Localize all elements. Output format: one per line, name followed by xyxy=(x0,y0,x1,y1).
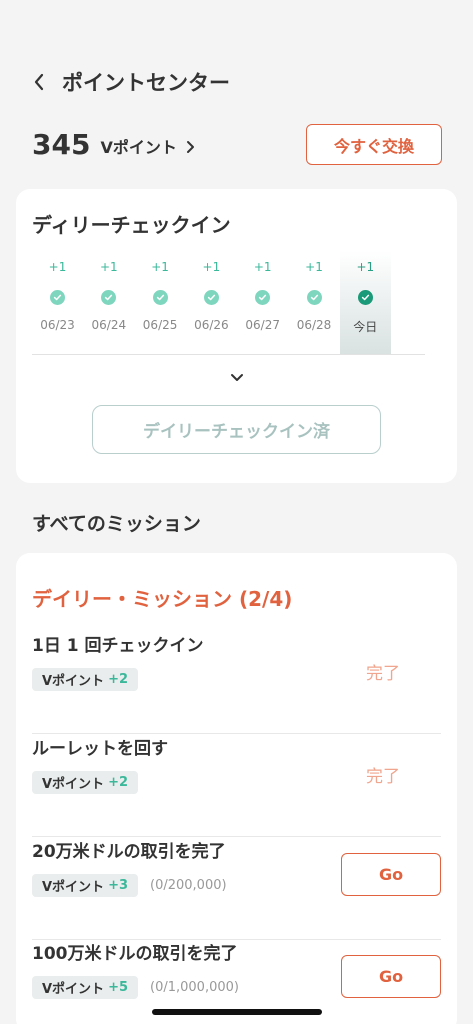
chevron-left-icon[interactable] xyxy=(28,71,50,93)
reward-label: Vポイント xyxy=(42,777,105,792)
mission-progress: (0/1,000,000) xyxy=(150,980,239,995)
day-bonus: +1 xyxy=(48,260,67,274)
day-label: 06/25 xyxy=(142,318,178,332)
mission-item: ルーレットを回す Vポイント +2 完了 xyxy=(32,734,441,837)
checkin-day: +1 06/25 xyxy=(135,251,186,355)
check-circle-icon xyxy=(306,290,322,305)
reward-label: Vポイント xyxy=(42,982,105,997)
day-bonus: +1 xyxy=(253,260,272,274)
mission-progress: (0/200,000) xyxy=(150,878,227,893)
points-summary: 345 Vポイント 今すぐ交換 xyxy=(32,122,442,166)
checkin-day: +1 06/24 xyxy=(83,251,134,355)
mission-title: 20万米ドルの取引を完了 xyxy=(32,842,226,862)
day-label: 06/26 xyxy=(194,318,229,332)
daily-checkin-card: ディリーチェックイン +1 06/23 +1 06/24 +1 06/25 +1 06/26 +… xyxy=(16,189,457,483)
day-bonus: +1 xyxy=(99,260,118,274)
check-circle-icon xyxy=(203,290,219,305)
checkin-days: +1 06/23 +1 06/24 +1 06/25 +1 06/26 +1 06/27 +1 06/… xyxy=(32,251,425,355)
day-bonus: +1 xyxy=(356,260,375,274)
checkin-title: ディリーチェックイン xyxy=(32,213,231,237)
status-completed: 完了 xyxy=(366,767,400,787)
divider xyxy=(32,354,425,355)
reward-amount: +2 xyxy=(108,672,129,687)
reward-label: Vポイント xyxy=(42,880,105,895)
go-button[interactable]: Go xyxy=(341,853,441,896)
reward-badge: Vポイント +2 xyxy=(32,668,139,691)
check-circle-icon xyxy=(50,290,65,305)
go-button[interactable]: Go xyxy=(341,955,441,998)
reward-badge: Vポイント +5 xyxy=(32,976,139,999)
reward-row: Vポイント +5 (0/1,000,000) xyxy=(32,976,239,999)
day-label: 06/23 xyxy=(40,318,75,332)
exchange-now-button[interactable]: 今すぐ交換 xyxy=(306,124,442,165)
all-missions-title: すべてのミッション xyxy=(32,513,201,535)
mission-title: ルーレットを回す xyxy=(32,739,168,759)
check-circle-icon xyxy=(255,290,271,305)
chevron-down-icon[interactable] xyxy=(229,371,245,385)
points-value: 345 xyxy=(32,127,91,161)
day-label: 今日 xyxy=(353,320,378,334)
reward-row: Vポイント +3 (0/200,000) xyxy=(32,874,227,897)
reward-badge: Vポイント +2 xyxy=(32,771,139,794)
check-circle-icon xyxy=(357,290,373,305)
status-completed: 完了 xyxy=(366,664,400,684)
page-title: ポイントセンター xyxy=(62,71,230,95)
header: ポイントセンター xyxy=(0,58,473,106)
points-unit[interactable]: Vポイント xyxy=(100,134,176,158)
reward-row: Vポイント +2 xyxy=(32,668,139,691)
reward-amount: +2 xyxy=(108,775,129,790)
mission-title: 100万米ドルの取引を完了 xyxy=(32,944,238,964)
chevron-right-icon[interactable] xyxy=(185,140,195,154)
day-label: 06/24 xyxy=(91,318,127,332)
mission-item: 1日 1 回チェックイン Vポイント +2 完了 xyxy=(32,631,441,734)
checkin-day: +1 06/26 xyxy=(186,251,237,355)
day-bonus: +1 xyxy=(202,260,221,274)
checkin-day: +1 06/23 xyxy=(32,251,83,355)
day-label: 06/27 xyxy=(245,318,280,332)
checkin-day: +1 06/27 xyxy=(237,251,288,355)
reward-amount: +3 xyxy=(108,878,129,893)
reward-badge: Vポイント +3 xyxy=(32,874,139,897)
mission-title: 1日 1 回チェックイン xyxy=(32,636,204,656)
checkin-day-today: +1 今日 xyxy=(339,251,391,355)
reward-amount: +5 xyxy=(108,980,129,995)
day-label: 06/28 xyxy=(296,318,332,332)
home-indicator xyxy=(152,1009,322,1015)
day-bonus: +1 xyxy=(151,260,169,274)
daily-mission-title: デイリー・ミッション (2/4) xyxy=(32,587,293,611)
checkin-day: +1 06/28 xyxy=(289,251,340,355)
reward-row: Vポイント +2 xyxy=(32,771,139,794)
check-circle-icon xyxy=(152,290,168,305)
reward-label: Vポイント xyxy=(42,674,105,689)
mission-card: デイリー・ミッション (2/4) 1日 1 回チェックイン Vポイント +2 完了… xyxy=(16,553,457,1024)
mission-item: 20万米ドルの取引を完了 Vポイント +3 (0/200,000) Go xyxy=(32,837,441,940)
check-circle-icon xyxy=(101,290,117,305)
day-bonus: +1 xyxy=(305,260,323,274)
checkin-done-button: デイリーチェックイン済 xyxy=(92,405,381,454)
